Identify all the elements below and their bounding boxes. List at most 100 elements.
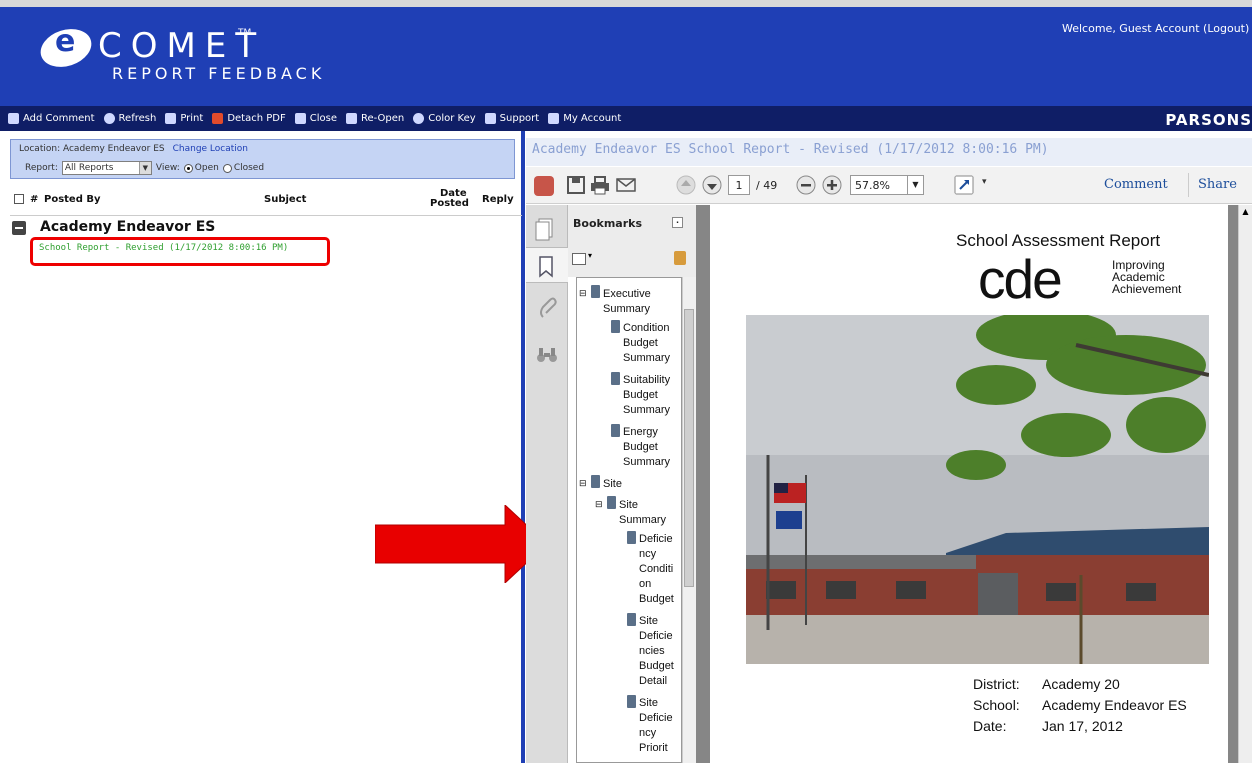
tagline-line3: Achievement [1112,282,1182,296]
color-key-label: Color Key [428,113,476,124]
bookmarks-scroll-thumb[interactable] [684,309,694,587]
bookmark-item[interactable]: Deficie [639,532,673,547]
save-icon[interactable] [566,175,586,195]
bookmark-item[interactable]: Site [639,696,658,711]
bookmark-options-icon[interactable] [572,253,586,265]
bookmarks-tab[interactable] [526,247,568,283]
bookmark-item[interactable]: Budget [623,388,658,403]
bookmark-item[interactable]: ncy [639,726,656,741]
previous-page-icon[interactable] [676,175,696,195]
next-page-icon[interactable] [702,175,722,195]
highlight-box [30,237,330,266]
add-comment-button[interactable]: Add Comment [8,113,95,124]
welcome-logout-link[interactable]: Welcome, Guest Account (Logout) [1062,22,1252,35]
bookmark-item[interactable]: Deficie [639,629,673,644]
document-scrollbar[interactable]: ▲ [1238,205,1252,763]
bookmark-item[interactable]: Budget [639,659,674,674]
school-photo [746,315,1209,664]
bookmark-item[interactable]: Site [619,498,638,513]
view-closed-radio[interactable] [222,163,232,173]
collapse-icon[interactable] [12,221,26,235]
bookmark-item[interactable]: Energy [623,425,658,440]
col-reply[interactable]: Reply [482,194,514,205]
collapse-toggle-icon[interactable]: ⊟ [579,476,587,491]
bookmark-item[interactable]: Budget [623,440,658,455]
bookmark-item[interactable]: Site [603,477,622,492]
zoom-select[interactable]: 57.8% ▼ [850,175,924,195]
col-number[interactable]: # [30,194,38,205]
refresh-button[interactable]: Refresh [103,113,156,124]
district-value: Academy 20 [1042,676,1120,692]
bookmark-item[interactable]: on [639,577,651,592]
bookmark-item[interactable]: Summary [623,403,670,418]
reopen-button[interactable]: Re-Open [345,113,405,124]
col-posted-by[interactable]: Posted By [44,194,101,205]
view-label: View: [155,163,180,173]
bookmark-item[interactable]: ncy [639,547,656,562]
report-select[interactable]: All Reports ▼ [61,161,152,175]
collapse-toggle-icon[interactable]: ⊟ [595,497,603,512]
search-binoculars-icon[interactable] [536,345,558,365]
bookmark-item[interactable]: Summary [619,513,666,528]
select-all-checkbox[interactable] [14,194,24,204]
bookmarks-header: Bookmarks · [568,205,696,245]
page-thumbnails-icon[interactable] [534,217,556,241]
bookmark-icon [607,496,616,509]
date-value: Jan 17, 2012 [1042,718,1123,734]
detach-pdf-button[interactable]: Detach PDF [212,113,286,124]
reopen-label: Re-Open [360,113,405,124]
bookmark-item[interactable]: Budget [639,592,674,607]
attachment-icon[interactable] [537,297,557,321]
page-number-input[interactable]: 1 [728,175,750,195]
zoom-in-icon[interactable] [822,175,842,195]
my-account-label: My Account [563,113,622,124]
color-key-button[interactable]: Color Key [413,113,476,124]
add-comment-label: Add Comment [23,113,95,124]
bookmark-icon [627,531,636,544]
chevron-down-icon[interactable]: ▾ [588,251,592,260]
scroll-up-icon[interactable]: ▲ [1240,207,1251,218]
pdf-toolbar: 1 / 49 57.8% ▼ ▾ Comment Share [526,167,1252,204]
bookmark-item[interactable]: Summary [603,302,650,317]
bookmark-item[interactable]: Conditi [639,562,673,577]
comments-table-header: # Posted By Subject Date Posted Reply [12,188,522,214]
bookmark-item[interactable]: Deficie [639,711,673,726]
view-open-radio[interactable] [183,163,193,173]
col-date-line2[interactable]: Posted [430,198,469,209]
bookmark-item[interactable]: Budget [623,336,658,351]
bookmark-item[interactable]: Summary [623,351,670,366]
close-button[interactable]: Close [294,113,337,124]
parsons-brand: PARSONS [1165,111,1252,129]
bookmark-item[interactable]: ncies [639,644,665,659]
change-location-link[interactable]: Change Location [173,144,248,154]
add-comment-icon [8,113,19,124]
panel-options-icon[interactable]: · [672,217,683,228]
bookmark-item[interactable]: Detail [639,674,667,689]
school-label: School: [973,697,1020,713]
print-icon[interactable] [590,175,610,195]
bookmark-item[interactable]: Condition [623,321,669,336]
more-tools-dropdown-icon[interactable]: ▾ [982,177,987,187]
fit-page-icon[interactable] [954,175,974,195]
bookmarks-tools: ▾ [568,245,696,277]
my-account-button[interactable]: My Account [548,113,621,124]
bookmark-item[interactable]: Suitability [623,373,670,388]
bookmark-item[interactable]: Priorit [639,741,668,756]
new-bookmark-icon[interactable] [674,251,686,265]
col-subject[interactable]: Subject [264,194,306,205]
bookmark-item[interactable]: Executive [603,287,651,302]
collapse-toggle-icon[interactable]: ⊟ [579,286,587,301]
bookmark-item[interactable]: Summary [623,455,670,470]
create-pdf-icon[interactable] [534,176,554,196]
support-button[interactable]: Support [484,113,539,124]
bookmark-icon [611,320,620,333]
comment-pane-button[interactable]: Comment [1104,177,1168,192]
zoom-out-icon[interactable] [796,175,816,195]
viewer-title: Academy Endeavor ES School Report - Revi… [526,138,1252,166]
reopen-icon [345,113,357,124]
print-button[interactable]: Print [165,113,203,124]
close-icon [294,113,306,124]
email-icon[interactable] [616,175,636,195]
bookmark-item[interactable]: Site [639,614,658,629]
share-pane-button[interactable]: Share [1198,177,1237,192]
